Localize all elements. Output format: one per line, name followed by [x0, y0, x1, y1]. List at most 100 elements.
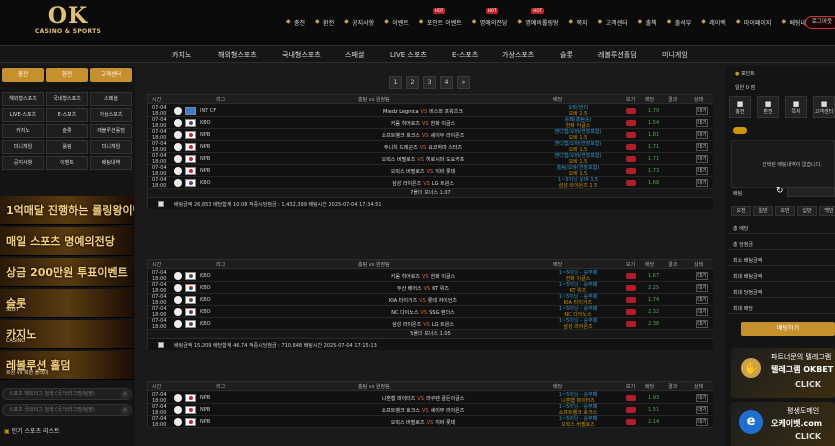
category-3[interactable]: LIVE-스포츠: [2, 108, 44, 122]
promo-banner-4[interactable]: 카지노 CASINO: [0, 320, 134, 349]
category-1[interactable]: 국내형스포츠: [46, 92, 88, 106]
view-eye-icon[interactable]: [626, 108, 636, 114]
topnav-item-11[interactable]: ◆ 레이백: [701, 15, 726, 29]
withdraw-button[interactable]: 환전: [46, 68, 88, 82]
mainnav-item-7[interactable]: 슬롯: [560, 50, 573, 60]
reset-icon[interactable]: ↻: [776, 186, 784, 196]
select-checkbox[interactable]: [158, 342, 164, 348]
amount-tab-0[interactable]: 오천: [731, 206, 751, 216]
mainnav-item-8[interactable]: 레볼루션홀덤: [598, 50, 637, 60]
page: OK CASINO & SPORTS ◆ 충전 ◆ 환전 ◆ 공지사항 ◆ 이벤트 ◆ 포인트 이…: [0, 0, 835, 446]
view-eye-icon[interactable]: [626, 407, 636, 413]
overseas-search-input[interactable]: 스포츠 해외리그 검색 (국가/리그명/팀명) ⌕: [2, 388, 132, 400]
page-button-0[interactable]: 1: [389, 76, 402, 89]
amount-tab-2[interactable]: 오만: [775, 206, 795, 216]
bet-submit-button[interactable]: 배팅하기: [741, 322, 835, 336]
amount-tab-1[interactable]: 일만: [753, 206, 773, 216]
domestic-search-input[interactable]: 스포츠 국내리그 검색 (국가/리그명/팀명) ⌕: [2, 404, 132, 416]
domain-ad-banner[interactable]: e 평생도메인 오케이벳.com CLICK: [731, 402, 835, 446]
away-team: 지바 롯데: [435, 169, 456, 175]
search-icon[interactable]: ⌕: [121, 390, 129, 398]
view-eye-icon[interactable]: [626, 395, 636, 401]
promo-banner-0[interactable]: 1억매달 진행하는 롤링왕이벤트: [0, 196, 134, 225]
mainnav-item-5[interactable]: E-스포츠: [452, 50, 478, 60]
flag-icon: [185, 272, 196, 280]
column-header: 배당: [553, 262, 563, 268]
category-12[interactable]: 공지사항: [2, 156, 44, 170]
support-button[interactable]: 고객센터: [90, 68, 132, 82]
view-eye-icon[interactable]: [626, 419, 636, 425]
view-eye-icon[interactable]: [626, 132, 636, 138]
topnav-item-1[interactable]: ◆ 환전: [315, 15, 334, 29]
view-eye-icon[interactable]: [626, 144, 636, 150]
column-header: 결과: [668, 384, 678, 390]
category-2[interactable]: 스페셜: [90, 92, 132, 106]
topnav-item-6[interactable]: ◆ 명예의롤링왕 HOT: [517, 8, 559, 29]
category-9[interactable]: 미니게임: [2, 140, 44, 154]
bet-amount-input[interactable]: [787, 187, 835, 197]
amount-tab-3[interactable]: 십만: [797, 206, 817, 216]
category-14[interactable]: 베팅내역: [90, 156, 132, 170]
deposit-button[interactable]: 충전: [2, 68, 44, 82]
select-checkbox[interactable]: [158, 201, 164, 207]
view-eye-icon[interactable]: [626, 273, 636, 279]
away-team: 세이부 라이온즈: [430, 133, 465, 139]
logout-button[interactable]: 로그아웃: [805, 16, 835, 29]
partner-ad-banner[interactable]: ✋ 파트너문의 텔레그램 텔레그램 OKBET CLICK: [731, 348, 835, 398]
topnav-item-9[interactable]: ◆ 출첵: [638, 15, 657, 29]
page-button-3[interactable]: 4: [440, 76, 453, 89]
mainnav-item-0[interactable]: 카지노: [172, 50, 191, 60]
amount-tab-4[interactable]: 백만: [819, 206, 835, 216]
toggle-switch[interactable]: [733, 127, 747, 134]
view-eye-icon[interactable]: [626, 285, 636, 291]
category-0[interactable]: 해외형스포츠: [2, 92, 44, 106]
promo-banner-1[interactable]: 매일 스포츠 명예의전당: [0, 227, 134, 256]
topnav-item-0[interactable]: ◆ 충전: [286, 15, 305, 29]
quick-button-1[interactable]: ■ 환전: [757, 96, 779, 118]
match-teams: 소프트뱅크 호크스 VS 세이부 라이온즈: [308, 407, 538, 414]
topnav-item-12[interactable]: ◆ 마이페이지: [736, 15, 772, 29]
mainnav-item-2[interactable]: 국내형스포츠: [282, 50, 321, 60]
category-7[interactable]: 슬롯: [46, 124, 88, 138]
promo-banner-3[interactable]: 슬롯 SLOT: [0, 289, 134, 318]
quick-button-2[interactable]: ■ 쪽지: [785, 96, 807, 118]
mainnav-item-3[interactable]: 스페셜: [345, 50, 364, 60]
category-5[interactable]: 가상스포츠: [90, 108, 132, 122]
category-4[interactable]: E-스포츠: [46, 108, 88, 122]
category-8[interactable]: 레볼루션홀덤: [90, 124, 132, 138]
topnav-item-3[interactable]: ◆ 이벤트: [384, 15, 409, 29]
topnav-item-10[interactable]: ◆ 출석부: [667, 15, 692, 29]
view-eye-icon[interactable]: [626, 180, 636, 186]
topnav-item-8[interactable]: ◆ 고객센터: [598, 15, 628, 29]
topnav-item-7[interactable]: ◆ 쪽지: [569, 15, 588, 29]
view-eye-icon[interactable]: [626, 321, 636, 327]
view-eye-icon[interactable]: [626, 156, 636, 162]
match-teams: 두산 베어스 VS KT 위즈: [308, 285, 538, 292]
category-6[interactable]: 카지노: [2, 124, 44, 138]
mainnav-item-1[interactable]: 해외형스포츠: [218, 50, 257, 60]
promo-banner-5[interactable]: 레볼루션 홀덤 회원 vs 회원 플레이: [0, 351, 134, 380]
promo-banner-2[interactable]: 상금 200만원 투표이벤트: [0, 258, 134, 287]
page-button-4[interactable]: »: [457, 76, 470, 89]
view-eye-icon[interactable]: [626, 297, 636, 303]
topnav-item-5[interactable]: ◆ 명예의전당 HOT: [472, 8, 507, 29]
flag-icon: [185, 394, 196, 402]
topnav-item-4[interactable]: ◆ 포인트 이벤트 HOT: [419, 8, 462, 29]
page-button-1[interactable]: 2: [406, 76, 419, 89]
category-13[interactable]: 이벤트: [46, 156, 88, 170]
view-eye-icon[interactable]: [626, 120, 636, 126]
category-10[interactable]: 롤링: [46, 140, 88, 154]
page-button-2[interactable]: 3: [423, 76, 436, 89]
logo[interactable]: OK CASINO & SPORTS: [28, 4, 108, 35]
status-badge: 대기: [696, 418, 708, 426]
mainnav-item-9[interactable]: 미니게임: [662, 50, 688, 60]
mainnav-item-4[interactable]: LIVE 스포츠: [390, 50, 427, 60]
quick-button-3[interactable]: ■ 고객센터: [813, 96, 835, 118]
view-eye-icon[interactable]: [626, 168, 636, 174]
category-11[interactable]: 미니게임: [90, 140, 132, 154]
view-eye-icon[interactable]: [626, 309, 636, 315]
quick-button-0[interactable]: ■ 충전: [729, 96, 751, 118]
search-icon[interactable]: ⌕: [121, 406, 129, 414]
topnav-item-2[interactable]: ◆ 공지사항: [344, 15, 374, 29]
mainnav-item-6[interactable]: 가상스포츠: [502, 50, 534, 60]
